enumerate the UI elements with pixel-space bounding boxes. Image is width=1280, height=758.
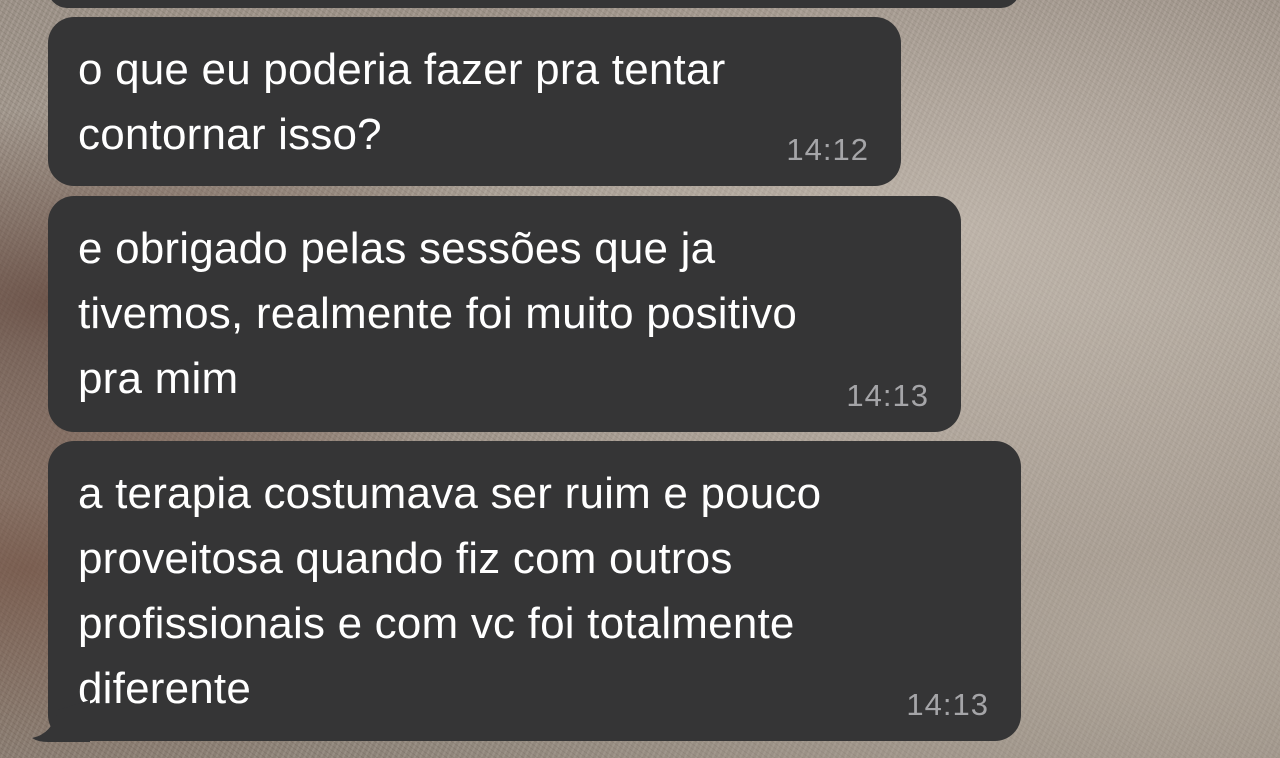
message-bubble[interactable]: e obrigado pelas sessões que ja tivemos,…: [48, 196, 961, 432]
message-text: a terapia costumava ser ruim e pouco pro…: [78, 469, 822, 713]
message-timestamp: 14:12: [786, 132, 869, 167]
bubble-tail-icon: [32, 700, 90, 742]
message-bubble[interactable]: o que eu poderia fazer pra tentar contor…: [48, 17, 901, 186]
message-timestamp: 14:13: [906, 687, 989, 722]
message-bubble[interactable]: a terapia costumava ser ruim e pouco pro…: [48, 441, 1021, 741]
message-text: e obrigado pelas sessões que ja tivemos,…: [78, 224, 798, 403]
message-text: o que eu poderia fazer pra tentar contor…: [78, 45, 726, 159]
message-timestamp: 14:13: [846, 378, 929, 413]
previous-message-bubble[interactable]: [48, 0, 1020, 8]
